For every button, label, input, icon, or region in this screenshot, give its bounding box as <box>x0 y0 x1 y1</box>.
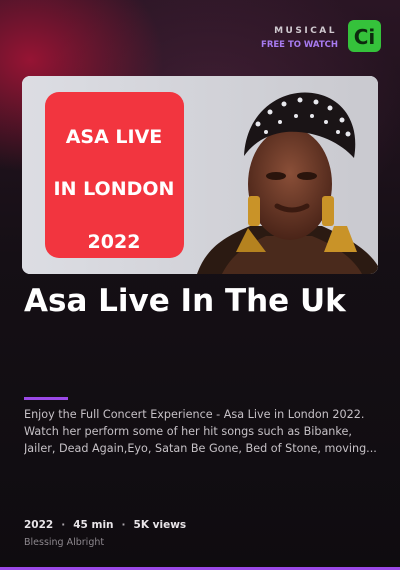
video-description: Enjoy the Full Concert Experience - Asa … <box>24 408 377 455</box>
app-logo[interactable]: Ci <box>348 20 381 52</box>
video-thumbnail[interactable]: ASA LIVE IN LONDON 2022 <box>22 76 378 274</box>
logo-text: Ci <box>354 25 376 49</box>
video-meta: 2022 · 45 min · 5K views <box>24 519 186 531</box>
video-duration: 45 min <box>73 519 114 531</box>
video-title[interactable]: Asa Live In The Uk <box>24 282 364 321</box>
video-views: 5K views <box>133 519 187 531</box>
poster-graphic: ASA LIVE IN LONDON 2022 <box>45 92 184 258</box>
poster-line-1: ASA LIVE <box>66 126 163 148</box>
free-to-watch-label: FREE TO WATCH <box>261 40 338 50</box>
category-label: MUSICAL <box>274 26 337 36</box>
poster-line-3: 2022 <box>88 231 141 253</box>
video-card[interactable]: MUSICAL FREE TO WATCH Ci ASA LIVE IN LON… <box>0 0 400 570</box>
meta-separator: · <box>121 519 126 531</box>
title-divider <box>24 397 68 400</box>
video-year: 2022 <box>24 519 54 531</box>
poster-line-2: IN LONDON <box>54 178 175 200</box>
video-author[interactable]: Blessing Albright <box>24 537 104 548</box>
meta-separator: · <box>61 519 66 531</box>
logo-icon: Ci <box>354 25 376 49</box>
